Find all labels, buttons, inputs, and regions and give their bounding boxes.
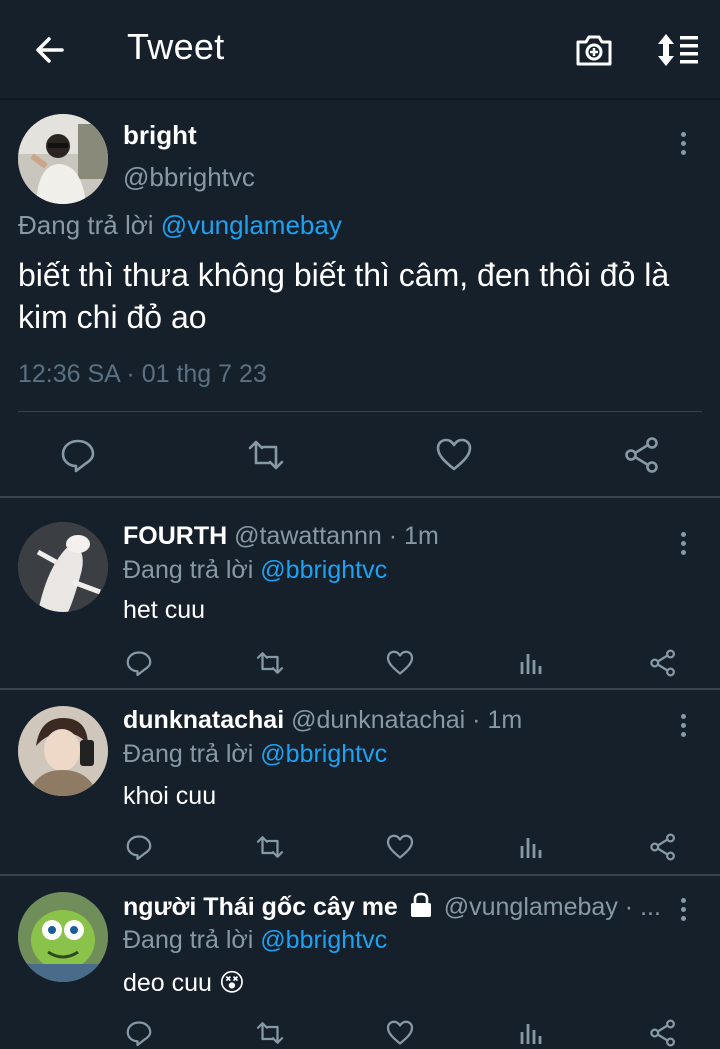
replying-to-link[interactable]: @bbrightvc bbox=[260, 556, 387, 584]
like-button[interactable] bbox=[385, 832, 415, 862]
reply-tweet[interactable]: dunknatachai @dunknatachai · 1m Đang trả… bbox=[0, 692, 720, 876]
page-title: Tweet bbox=[127, 26, 225, 67]
share-button[interactable] bbox=[648, 832, 678, 862]
retweet-button[interactable] bbox=[255, 648, 285, 678]
reply-text: het cuu bbox=[123, 596, 206, 624]
tweet-text: biết thì thưa không biết thì câm, đen th… bbox=[18, 257, 670, 335]
reply-time: · ... bbox=[624, 893, 661, 921]
replying-to-link[interactable]: @bbrightvc bbox=[260, 740, 387, 768]
reply-header: FOURTH @tawattannn · 1m bbox=[123, 522, 668, 551]
replying-prefix: Đang trả lời bbox=[123, 926, 254, 954]
reply-header: người Thái gốc cây me @vunglamebay · ... bbox=[123, 892, 668, 922]
reply-icon bbox=[126, 835, 152, 861]
author-handle[interactable]: @tawattannn bbox=[234, 522, 382, 550]
sort-button[interactable] bbox=[652, 28, 700, 72]
retweet-icon bbox=[256, 1022, 284, 1044]
more-options-icon[interactable] bbox=[673, 714, 693, 744]
author-name[interactable]: FOURTH bbox=[123, 522, 227, 550]
retweet-icon bbox=[256, 836, 284, 858]
retweet-button[interactable] bbox=[255, 832, 285, 862]
reply-text: khoi cuu bbox=[123, 782, 217, 810]
heart-icon bbox=[436, 438, 472, 471]
tweet-timestamp: 12:36 SA · 01 thg 7 23 bbox=[18, 360, 267, 388]
reply-icon bbox=[126, 1021, 152, 1047]
author-name[interactable]: dunknatachai bbox=[123, 706, 284, 734]
share-button[interactable] bbox=[622, 435, 662, 475]
lock-icon bbox=[410, 892, 431, 917]
replying-prefix: Đang trả lời bbox=[18, 210, 154, 240]
retweet-icon bbox=[256, 652, 284, 674]
analytics-icon bbox=[520, 654, 542, 674]
reply-icon bbox=[61, 439, 95, 473]
avatar[interactable] bbox=[18, 706, 108, 796]
replying-to: Đang trả lời @bbrightvc bbox=[123, 740, 387, 769]
camera-button[interactable] bbox=[572, 28, 616, 72]
retweet-button[interactable] bbox=[246, 435, 286, 475]
like-button[interactable] bbox=[385, 1018, 415, 1048]
reply-time: · 1m bbox=[472, 706, 523, 734]
reply-text: deo cuu 😵 bbox=[123, 969, 245, 997]
share-icon bbox=[650, 1019, 675, 1047]
analytics-button[interactable] bbox=[517, 648, 547, 678]
author-handle[interactable]: @bbrightvc bbox=[123, 162, 255, 193]
reply-button[interactable] bbox=[124, 1018, 154, 1048]
reply-time: · 1m bbox=[388, 522, 439, 550]
avatar[interactable] bbox=[18, 522, 108, 612]
replying-to: Đang trả lời @vunglamebay bbox=[18, 210, 342, 241]
heart-icon bbox=[386, 1020, 414, 1045]
back-button[interactable] bbox=[30, 30, 70, 70]
retweet-button[interactable] bbox=[255, 1018, 285, 1048]
replying-to: Đang trả lời @bbrightvc bbox=[123, 556, 387, 585]
arrow-left-icon bbox=[36, 37, 64, 63]
analytics-button[interactable] bbox=[517, 832, 547, 862]
analytics-icon bbox=[520, 838, 542, 858]
top-bar: Tweet bbox=[0, 0, 720, 100]
replying-prefix: Đang trả lời bbox=[123, 556, 254, 584]
main-tweet: bright @bbrightvc Đang trả lời @vunglame… bbox=[0, 100, 720, 498]
like-button[interactable] bbox=[434, 435, 474, 475]
replying-to-link[interactable]: @bbrightvc bbox=[260, 926, 387, 954]
more-options-icon[interactable] bbox=[673, 532, 693, 562]
reply-button[interactable] bbox=[124, 832, 154, 862]
avatar[interactable] bbox=[18, 892, 108, 982]
replying-to-link[interactable]: @vunglamebay bbox=[161, 210, 342, 240]
reply-button[interactable] bbox=[124, 648, 154, 678]
reply-header: dunknatachai @dunknatachai · 1m bbox=[123, 706, 668, 735]
share-icon bbox=[650, 649, 675, 677]
analytics-icon bbox=[520, 1024, 542, 1044]
replying-prefix: Đang trả lời bbox=[123, 740, 254, 768]
share-button[interactable] bbox=[648, 648, 678, 678]
like-button[interactable] bbox=[385, 648, 415, 678]
heart-icon bbox=[386, 650, 414, 675]
share-icon bbox=[650, 833, 675, 861]
more-options-icon[interactable] bbox=[673, 898, 693, 928]
avatar[interactable] bbox=[18, 114, 108, 204]
analytics-button[interactable] bbox=[517, 1018, 547, 1048]
heart-icon bbox=[386, 834, 414, 859]
divider bbox=[18, 411, 702, 412]
share-icon bbox=[625, 437, 658, 473]
author-handle[interactable]: @vunglamebay bbox=[444, 893, 618, 921]
author-name[interactable]: người Thái gốc cây me bbox=[123, 893, 398, 921]
sort-list-icon bbox=[658, 34, 698, 66]
reply-icon bbox=[126, 651, 152, 677]
author-name[interactable]: bright bbox=[123, 120, 197, 151]
more-options-icon[interactable] bbox=[673, 132, 693, 162]
camera-add-icon bbox=[576, 35, 612, 66]
author-handle[interactable]: @dunknatachai bbox=[291, 706, 465, 734]
reply-button[interactable] bbox=[58, 435, 98, 475]
replying-to: Đang trả lời @bbrightvc bbox=[123, 926, 387, 955]
retweet-icon bbox=[248, 440, 284, 470]
reply-tweet[interactable]: người Thái gốc cây me @vunglamebay · ...… bbox=[0, 878, 720, 1049]
share-button[interactable] bbox=[648, 1018, 678, 1048]
reply-tweet[interactable]: FOURTH @tawattannn · 1m Đang trả lời @bb… bbox=[0, 500, 720, 690]
